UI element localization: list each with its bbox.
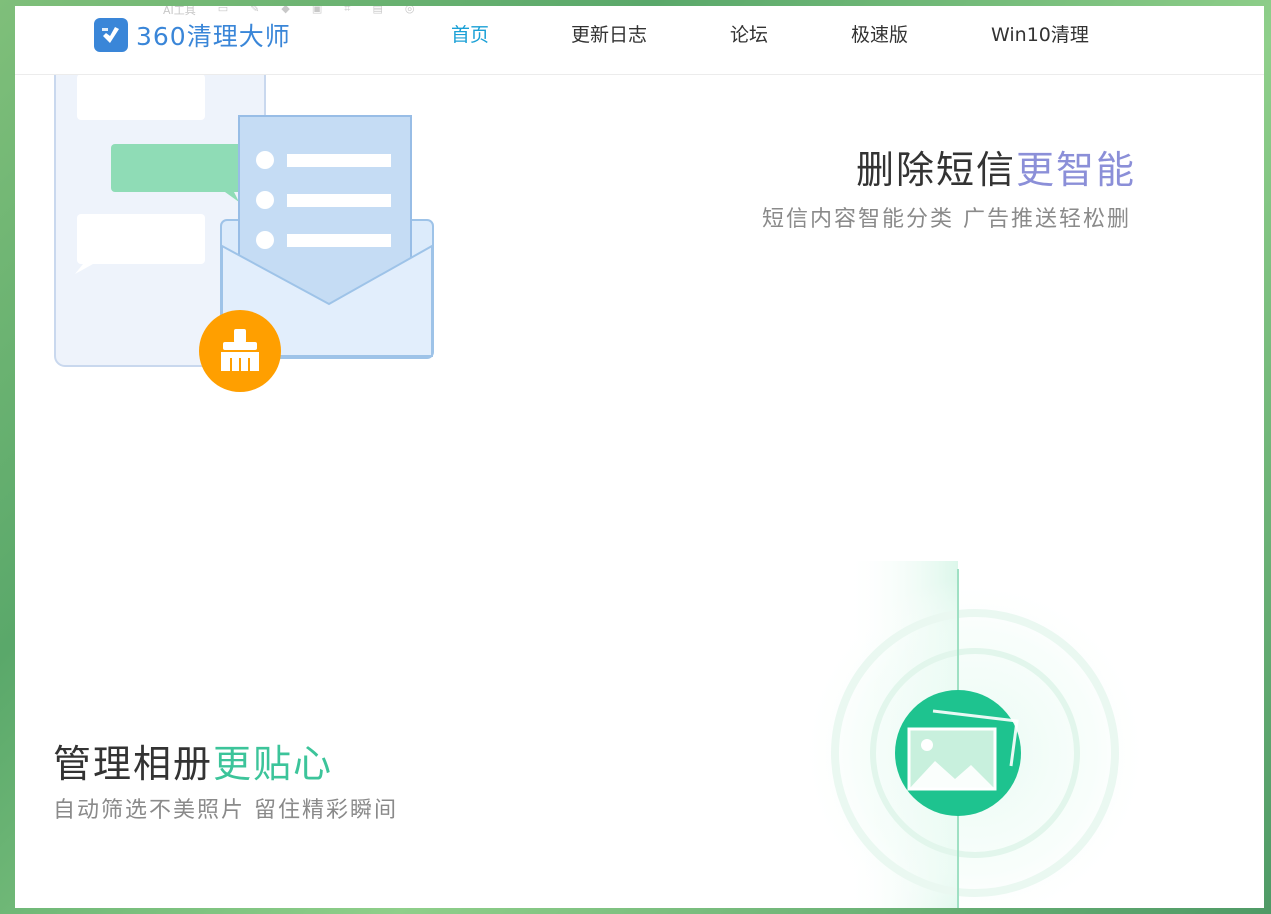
nav-forum[interactable]: 论坛 (730, 20, 768, 47)
sms-clean-illustration (53, 55, 453, 406)
sms-feature-subtitle: 短信内容智能分类 广告推送轻松删 (762, 207, 1131, 232)
sms-title-highlight: 更智能 (1015, 148, 1136, 192)
page-frame: AI工具 ▭ ✎ ◆ ▣ ⌗ ▤ ◎ 360清理大师 首页 更新日志 论坛 极速… (15, 6, 1264, 908)
album-title-highlight: 更贴心 (213, 742, 334, 786)
album-title-main: 管理相册 (53, 742, 214, 786)
photo-album-illustration (785, 561, 1165, 908)
ghost-image-icon: ▣ (311, 6, 323, 15)
ghost-crop-icon: ⌗ (344, 6, 351, 15)
nav-home[interactable]: 首页 (451, 20, 489, 47)
nav-win10-clean[interactable]: Win10清理 (991, 20, 1089, 47)
ghost-file-icon: ▤ (372, 6, 383, 15)
ghost-settings-icon: ◎ (404, 6, 415, 15)
nav-changelog[interactable]: 更新日志 (571, 20, 647, 47)
main-nav: 首页 更新日志 论坛 极速版 Win10清理 (15, 20, 1264, 50)
site-header: AI工具 ▭ ✎ ◆ ▣ ⌗ ▤ ◎ 360清理大师 首页 更新日志 论坛 极速… (15, 6, 1264, 75)
nav-lite-version[interactable]: 极速版 (851, 20, 908, 47)
sms-title-main: 删除短信 (855, 148, 1016, 192)
sms-feature-title: 删除短信更智能 (856, 139, 1136, 194)
album-feature-subtitle: 自动筛选不美照片 留住精彩瞬间 (53, 798, 398, 823)
album-feature-title: 管理相册更贴心 (53, 733, 333, 788)
